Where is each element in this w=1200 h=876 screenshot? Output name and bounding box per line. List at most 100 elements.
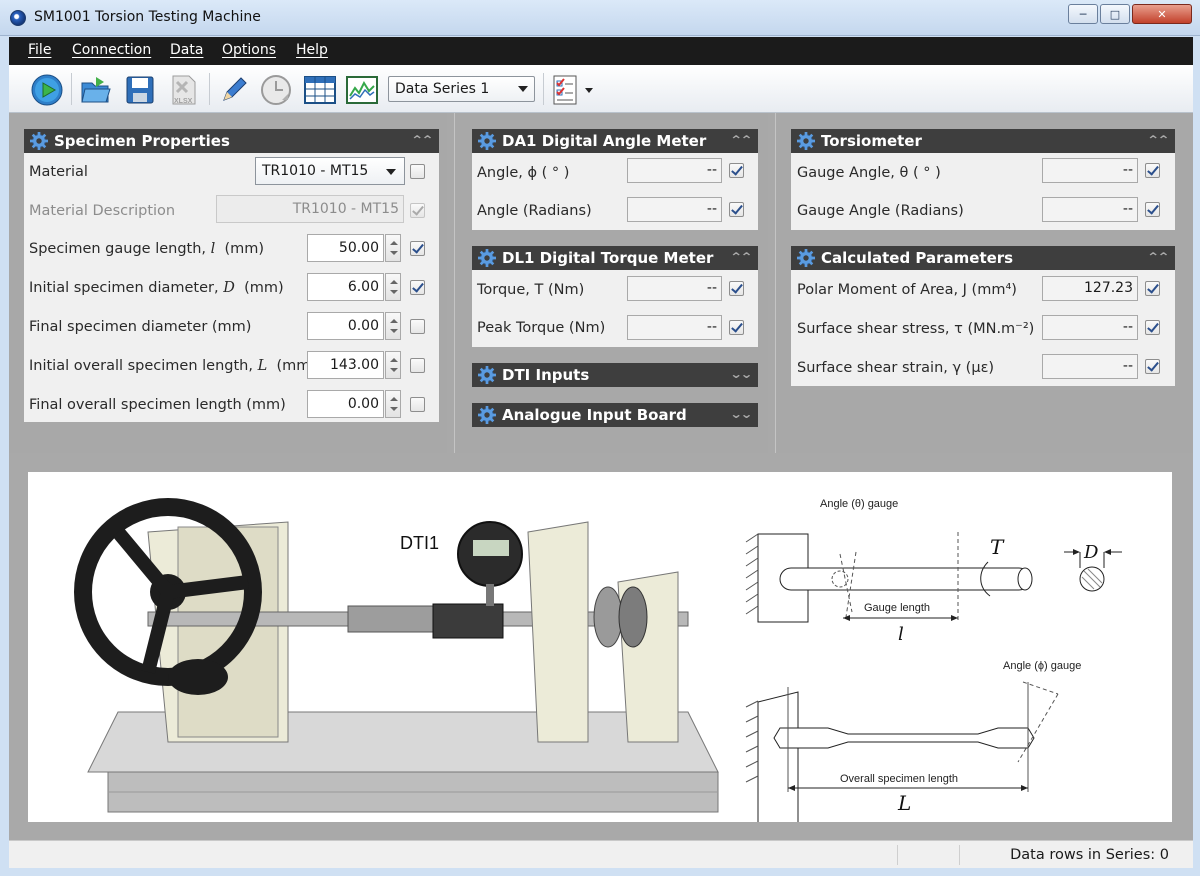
dti-inputs-header[interactable]: DTI Inputs ⌄⌄ — [472, 363, 758, 387]
maximize-icon: □ — [1109, 7, 1121, 21]
initial-overall-length-spinner[interactable] — [385, 351, 401, 379]
final-overall-length-checkbox[interactable] — [410, 397, 425, 412]
peak-torque-field: -- — [627, 315, 722, 340]
collapse-icon: ⌃⌃ — [729, 133, 753, 147]
save-button[interactable] — [123, 73, 157, 107]
initial-overall-length-input[interactable]: 143.00 — [307, 351, 384, 379]
angle-radians-checkbox[interactable] — [729, 202, 744, 217]
calculated-parameters-header[interactable]: Calculated Parameters ⌃⌃ — [791, 246, 1175, 270]
gear-icon — [478, 249, 496, 267]
angle-radians-label: Angle (Radians) — [477, 203, 592, 219]
maximize-button[interactable]: □ — [1100, 4, 1130, 24]
play-button[interactable] — [30, 73, 64, 107]
chevron-down-icon — [518, 86, 528, 92]
material-label: Material — [29, 164, 88, 180]
menu-bar: File Connection Data Options Help — [9, 37, 1193, 65]
dropdown-arrow-icon[interactable] — [585, 88, 593, 93]
da1-header[interactable]: DA1 Digital Angle Meter ⌃⌃ — [472, 129, 758, 153]
gear-icon — [30, 132, 48, 150]
dti-label: DTI1 — [400, 533, 439, 553]
panel-title: Calculated Parameters — [821, 249, 1014, 267]
angle-degrees-field: -- — [627, 158, 722, 183]
title-bar: SM1001 Torsion Testing Machine ─ □ ✕ — [0, 0, 1200, 36]
table-view-button[interactable] — [303, 73, 337, 107]
app-icon — [10, 10, 26, 26]
export-xlsx-button[interactable]: XLSX — [167, 73, 201, 107]
menu-data[interactable]: Data — [170, 42, 203, 58]
da1-panel: DA1 Digital Angle Meter ⌃⌃ Angle, ϕ ( ° … — [472, 129, 758, 230]
gauge-length-input[interactable]: 50.00 — [307, 234, 384, 262]
initial-diameter-label: Initial specimen diameter, D (mm) — [29, 280, 284, 296]
minimize-button[interactable]: ─ — [1068, 4, 1098, 24]
menu-connection[interactable]: Connection — [72, 42, 151, 58]
expand-icon: ⌄⌄ — [729, 407, 753, 421]
polar-moment-checkbox[interactable] — [1145, 281, 1160, 296]
initial-diameter-checkbox[interactable] — [410, 280, 425, 295]
dl1-header[interactable]: DL1 Digital Torque Meter ⌃⌃ — [472, 246, 758, 270]
menu-options[interactable]: Options — [222, 42, 276, 58]
data-series-value: Data Series 1 — [395, 81, 490, 97]
gear-icon — [797, 132, 815, 150]
final-diameter-label: Final specimen diameter (mm) — [29, 319, 252, 335]
torque-field: -- — [627, 276, 722, 301]
shear-stress-checkbox[interactable] — [1145, 320, 1160, 335]
initial-overall-length-checkbox[interactable] — [410, 358, 425, 373]
dti-inputs-panel: DTI Inputs ⌄⌄ — [472, 363, 758, 387]
window-title: SM1001 Torsion Testing Machine — [34, 9, 261, 25]
angle-degrees-checkbox[interactable] — [729, 163, 744, 178]
gear-icon — [478, 406, 496, 424]
calculated-parameters-panel: Calculated Parameters ⌃⌃ Polar Moment of… — [791, 246, 1175, 386]
final-diameter-checkbox[interactable] — [410, 319, 425, 334]
final-overall-length-spinner[interactable] — [385, 390, 401, 418]
material-select[interactable]: TR1010 - MT15 — [255, 157, 405, 185]
material-checkbox[interactable] — [410, 164, 425, 179]
shear-strain-checkbox[interactable] — [1145, 359, 1160, 374]
open-button[interactable] — [79, 73, 113, 107]
chevron-down-icon — [386, 169, 396, 175]
gauge-length-label: Specimen gauge length, l (mm) — [29, 241, 265, 257]
toolbar: XLSX Data Series 1 — [9, 65, 1193, 113]
polar-moment-label: Polar Moment of Area, J (mm⁴) — [797, 282, 1017, 298]
edit-button[interactable] — [217, 73, 251, 107]
gauge-angle-radians-checkbox[interactable] — [1145, 202, 1160, 217]
data-series-select[interactable]: Data Series 1 — [388, 76, 535, 102]
gauge-length-label: Gauge length — [864, 602, 930, 614]
polar-moment-field: 127.23 — [1042, 276, 1138, 301]
pencil-icon — [223, 77, 247, 101]
torque-symbol: T — [990, 535, 1005, 559]
menu-file[interactable]: File — [28, 42, 51, 58]
checklist-button[interactable] — [549, 73, 583, 107]
gauge-length-checkbox[interactable] — [410, 241, 425, 256]
shear-stress-label: Surface shear stress, τ (MN.m⁻²) — [797, 321, 1035, 337]
final-overall-length-input[interactable]: 0.00 — [307, 390, 384, 418]
open-folder-icon — [81, 77, 111, 103]
gauge-length-spinner[interactable] — [385, 234, 401, 262]
initial-diameter-input[interactable]: 6.00 — [307, 273, 384, 301]
gauge-angle-degrees-field: -- — [1042, 158, 1138, 183]
material-description-field: TR1010 - MT15 — [216, 195, 404, 223]
torsiometer-header[interactable]: Torsiometer ⌃⌃ — [791, 129, 1175, 153]
initial-diameter-spinner[interactable] — [385, 273, 401, 301]
chart-view-button[interactable] — [345, 73, 379, 107]
analogue-input-header[interactable]: Analogue Input Board ⌄⌄ — [472, 403, 758, 427]
save-icon — [126, 76, 154, 104]
clock-icon — [261, 75, 291, 105]
chart-icon — [346, 76, 378, 104]
menu-help[interactable]: Help — [296, 42, 328, 58]
gauge-angle-radians-label: Gauge Angle (Radians) — [797, 203, 964, 219]
final-diameter-input[interactable]: 0.00 — [307, 312, 384, 340]
specimen-properties-header[interactable]: Specimen Properties ⌃⌃ — [24, 129, 439, 153]
diameter-symbol: D — [1083, 542, 1099, 563]
svg-text:XLSX: XLSX — [174, 98, 193, 105]
gear-icon — [797, 249, 815, 267]
status-text: Data rows in Series: 0 — [1010, 847, 1169, 863]
collapse-icon: ⌃⌃ — [1146, 133, 1170, 147]
peak-torque-checkbox[interactable] — [729, 320, 744, 335]
final-diameter-spinner[interactable] — [385, 312, 401, 340]
collapse-icon: ⌃⌃ — [729, 250, 753, 264]
collapse-icon: ⌃⌃ — [410, 133, 434, 147]
gauge-angle-degrees-checkbox[interactable] — [1145, 163, 1160, 178]
close-button[interactable]: ✕ — [1132, 4, 1192, 24]
torque-checkbox[interactable] — [729, 281, 744, 296]
timer-button[interactable] — [259, 73, 293, 107]
